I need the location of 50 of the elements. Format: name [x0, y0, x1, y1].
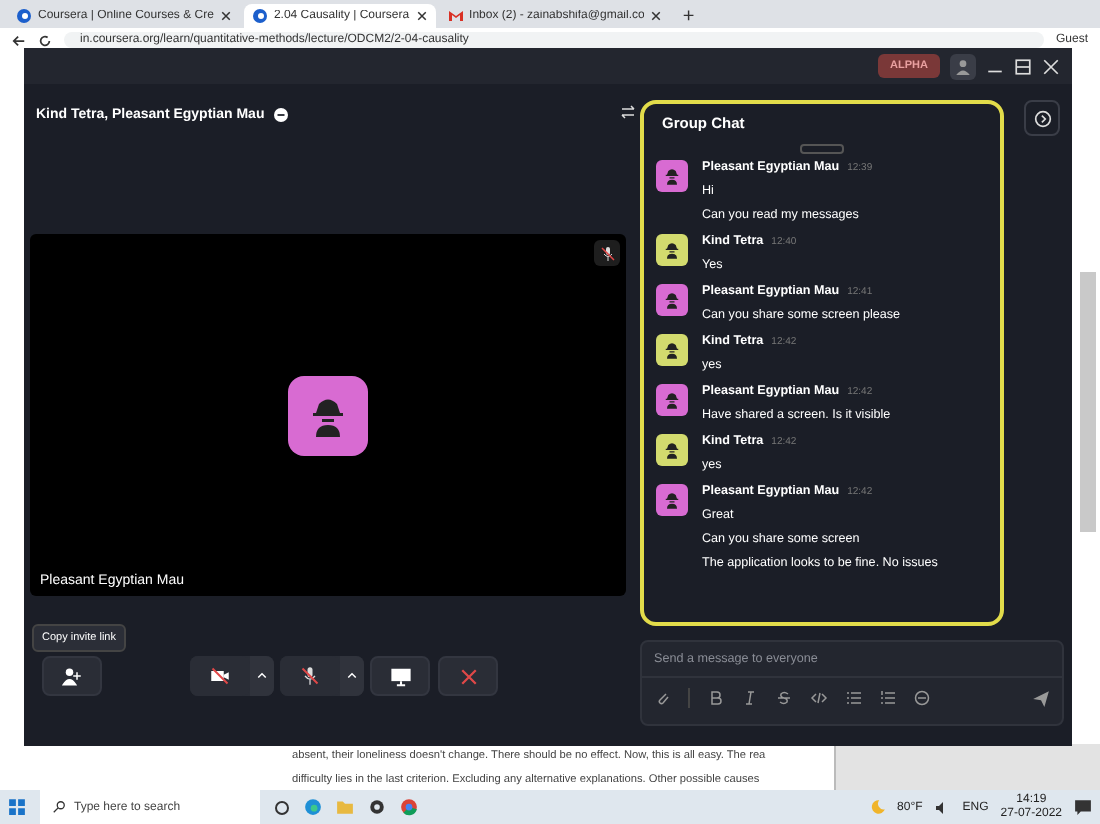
- send-icon[interactable]: [1032, 689, 1050, 707]
- italic-icon[interactable]: [742, 690, 758, 706]
- microphone-off-icon: [300, 666, 320, 686]
- circle-icon[interactable]: [274, 799, 290, 815]
- figure-icon: [662, 440, 682, 460]
- share-screen-button[interactable]: [370, 656, 430, 696]
- reload-icon[interactable]: [38, 33, 52, 47]
- invite-button[interactable]: [42, 656, 102, 696]
- monitor-icon: [389, 665, 411, 687]
- microphone-off-icon: [599, 245, 615, 261]
- maximize-icon[interactable]: [1014, 57, 1032, 75]
- numbered-list-icon[interactable]: [880, 690, 896, 706]
- figure-icon: [662, 340, 682, 360]
- camera-options-button[interactable]: [250, 656, 274, 696]
- profile-button[interactable]: [950, 53, 976, 79]
- back-icon[interactable]: [12, 33, 26, 47]
- bold-icon[interactable]: [708, 690, 724, 706]
- caret-icon: [346, 670, 358, 682]
- caret-icon: [256, 670, 268, 682]
- code-icon[interactable]: [810, 690, 828, 706]
- edge-icon[interactable]: [304, 798, 322, 816]
- info-button[interactable]: [1024, 100, 1060, 136]
- user-icon: [954, 57, 972, 75]
- camera-off-icon: [208, 666, 232, 686]
- windows-icon[interactable]: [8, 798, 26, 816]
- close-icon: [219, 10, 232, 22]
- notification-icon[interactable]: [1074, 798, 1092, 816]
- figure-icon: [662, 390, 682, 410]
- figure-icon: [662, 166, 682, 186]
- scrollbar[interactable]: [1080, 272, 1096, 532]
- microphone-options-button[interactable]: [340, 656, 364, 696]
- close-icon[interactable]: [1042, 57, 1060, 75]
- bullet-list-icon[interactable]: [846, 690, 862, 706]
- attach-icon[interactable]: [654, 690, 670, 706]
- search-icon: [52, 800, 66, 814]
- swap-icon[interactable]: [620, 104, 636, 120]
- emoji-icon[interactable]: [914, 690, 930, 706]
- figure-icon: [662, 490, 682, 510]
- new-tab-button[interactable]: +: [674, 6, 703, 28]
- close-icon: [650, 10, 663, 22]
- close-icon: [459, 667, 477, 685]
- load-more-handle[interactable]: [800, 144, 844, 154]
- figure-icon: [662, 290, 682, 310]
- strikethrough-icon[interactable]: [776, 690, 792, 706]
- mail-icon: [447, 8, 464, 24]
- moon-icon: [867, 798, 886, 816]
- add-user-icon: [60, 666, 84, 686]
- close-icon: [415, 10, 428, 22]
- figure-icon: [662, 240, 682, 260]
- more-icon[interactable]: [274, 107, 289, 121]
